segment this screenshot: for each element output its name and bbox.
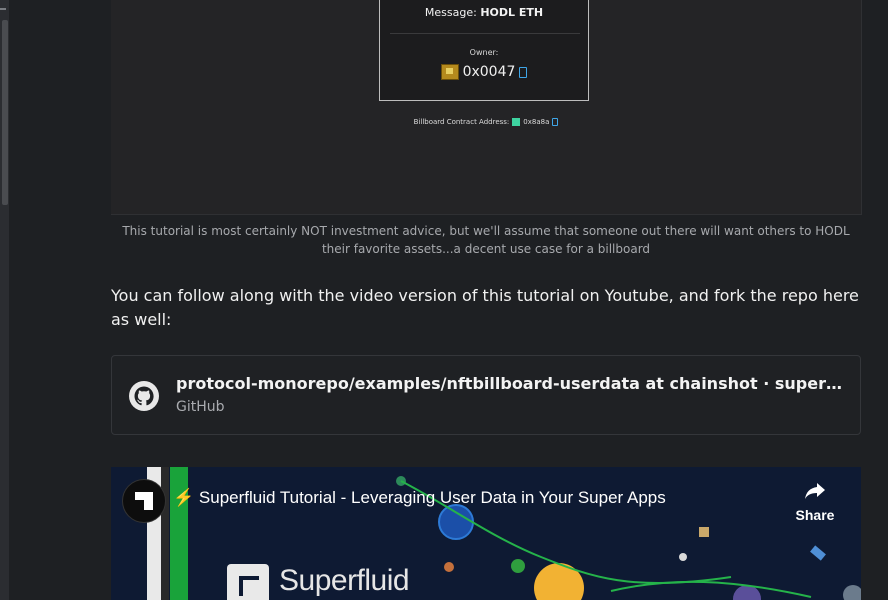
github-icon: [129, 381, 159, 411]
thumbnail-stripe: [170, 467, 188, 600]
left-scrollbar[interactable]: [0, 0, 9, 600]
message-value: HODL ETH: [480, 6, 544, 19]
link-preview-card[interactable]: protocol-monorepo/examples/nftbillboard-…: [111, 355, 861, 435]
billboard-message: Message: HODL ETH: [380, 6, 588, 19]
contract-address: 0x8a8a: [523, 118, 550, 126]
body-paragraph: You can follow along with the video vers…: [111, 286, 859, 329]
image-caption: This tutorial is most certainly NOT inve…: [122, 224, 850, 256]
card-divider: [390, 33, 580, 34]
superfluid-logo-text: Superfluid: [279, 564, 410, 597]
copy-icon[interactable]: [519, 66, 528, 78]
scrollbar-arrow[interactable]: [0, 8, 6, 10]
owner-label: Owner:: [469, 48, 499, 57]
billboard-image: Message: HODL ETH Owner: 0x0047 Billboar…: [111, 0, 862, 215]
share-icon: [805, 483, 825, 499]
contract-label: Billboard Contract Address:: [413, 118, 510, 126]
video-title[interactable]: ⚡ Superfluid Tutorial - Leveraging User …: [173, 488, 666, 508]
owner-avatar-icon: [440, 64, 459, 80]
lightning-icon: ⚡: [173, 488, 195, 507]
copy-icon[interactable]: [552, 118, 559, 126]
owner-address: 0x0047: [462, 64, 516, 80]
superfluid-logo-mark: [227, 564, 269, 600]
link-title[interactable]: protocol-monorepo/examples/nftbillboard-…: [176, 374, 852, 393]
thumbnail-stripe: [161, 467, 169, 600]
youtube-embed[interactable]: ⚡ Superfluid Tutorial - Leveraging User …: [111, 467, 861, 600]
channel-avatar[interactable]: [122, 479, 166, 523]
superfluid-logo: Superfluid: [227, 564, 527, 600]
share-label: Share: [795, 507, 835, 523]
video-title-text[interactable]: Superfluid Tutorial - Leveraging User Da…: [199, 488, 666, 507]
contract-address-row: Billboard Contract Address: 0x8a8a: [111, 118, 861, 126]
link-source: GitHub: [176, 399, 225, 415]
share-button[interactable]: Share: [793, 481, 837, 523]
owner-row: 0x0047: [380, 64, 588, 80]
message-label: Message:: [424, 6, 477, 19]
scrollbar-thumb[interactable]: [2, 20, 8, 205]
contract-avatar-icon: [512, 118, 521, 126]
billboard-card: Message: HODL ETH Owner: 0x0047: [379, 0, 589, 101]
